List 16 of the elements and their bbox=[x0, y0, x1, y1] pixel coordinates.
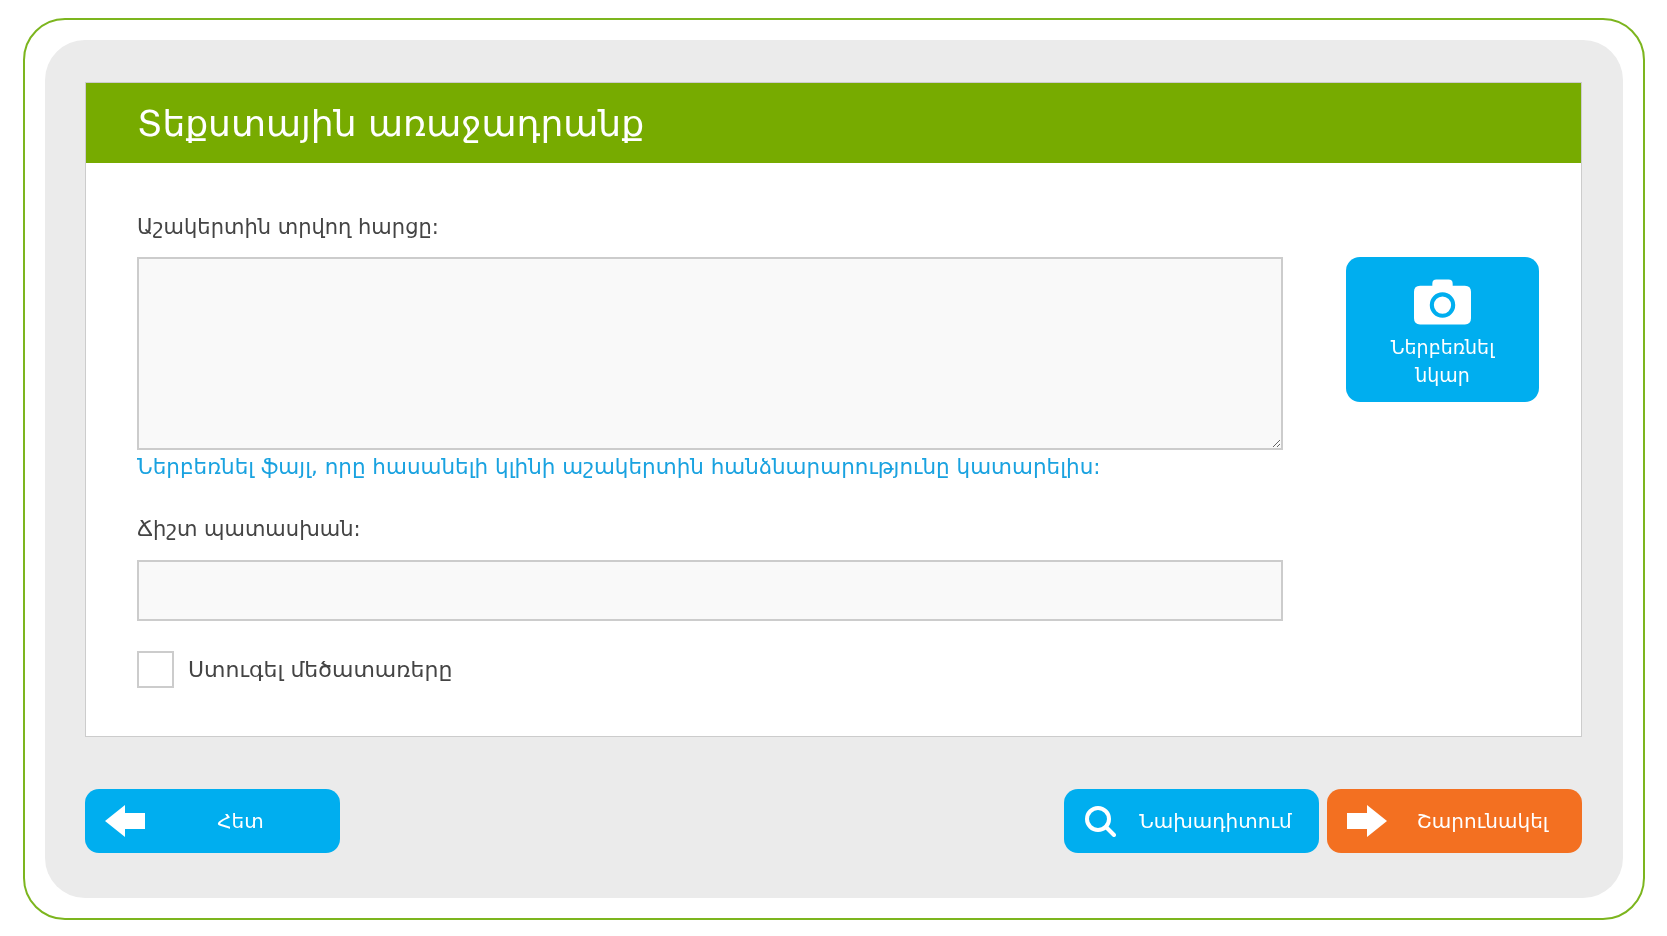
answer-field[interactable] bbox=[137, 560, 1283, 621]
question-label: Աշակերտին տրվող հարցը: bbox=[137, 214, 440, 241]
search-icon bbox=[1084, 805, 1116, 837]
camera-icon bbox=[1414, 279, 1471, 325]
preview-button[interactable]: Նախադիտում bbox=[1064, 789, 1319, 853]
card-title: Տեքստային առաջադրանք bbox=[86, 83, 1581, 163]
upload-image-button[interactable]: Ներբեռնել նկար bbox=[1346, 257, 1539, 402]
answer-label: Ճիշտ պատասխան: bbox=[137, 516, 362, 543]
continue-button[interactable]: Շարունակել bbox=[1327, 789, 1582, 853]
checkbox[interactable] bbox=[137, 651, 174, 688]
back-button[interactable]: Հետ bbox=[85, 789, 340, 853]
upload-hint: Ներբեռնել ֆայլ, որը հասանելի կլինի աշակերտին հանձնարարությունը կատարելիս: bbox=[137, 453, 1102, 481]
question-field[interactable] bbox=[137, 257, 1283, 450]
checkbox-label: Ստուգել մեծատառերը bbox=[188, 657, 453, 682]
right-arrow-icon bbox=[1347, 805, 1387, 837]
left-arrow-icon bbox=[105, 805, 145, 837]
